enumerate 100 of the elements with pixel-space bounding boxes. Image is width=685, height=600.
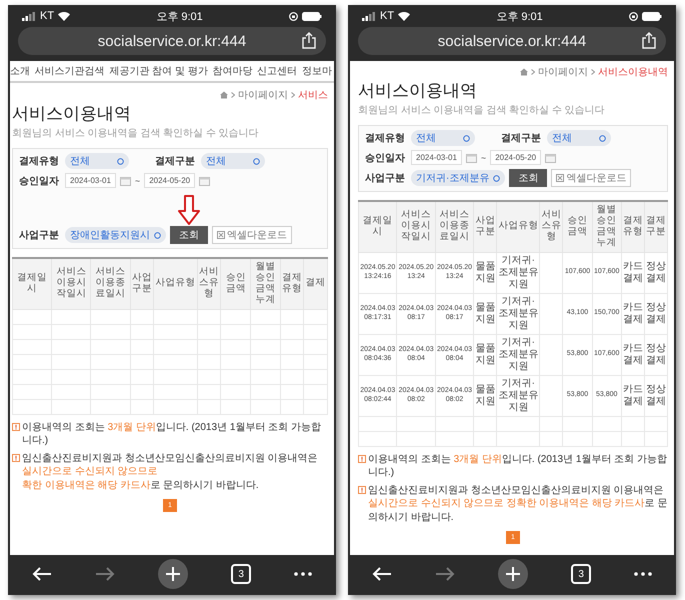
new-tab-button[interactable] xyxy=(498,559,528,589)
column-header: 결제구분 xyxy=(644,201,668,252)
notice-icon xyxy=(12,454,20,462)
new-tab-button[interactable] xyxy=(158,559,188,589)
nav-link[interactable]: 신고센터 xyxy=(257,64,298,78)
carrier-text: KT xyxy=(40,10,54,22)
excel-download-button[interactable]: 엑셀다운로드 xyxy=(212,226,292,244)
rotation-lock-icon xyxy=(289,12,298,20)
table-cell: 기저귀·조제분유지원 xyxy=(496,252,540,294)
chevron-icon xyxy=(291,92,295,98)
clock-text: 오후 9:01 xyxy=(496,10,543,24)
more-icon xyxy=(634,572,652,576)
search-button[interactable]: 조회 xyxy=(170,226,208,244)
table-cell: 물품지원 xyxy=(474,375,497,416)
nav-link[interactable]: 서비스기관검색 xyxy=(34,64,105,78)
caret-icon xyxy=(599,134,606,142)
date-field[interactable]: 2024-05-20 xyxy=(144,173,196,188)
page-subtitle: 회원님의 서비스 이용내역을 검색 확인하실 수 있습니다 xyxy=(12,127,260,140)
column-header: 서비스유형 xyxy=(197,258,221,310)
share-button[interactable] xyxy=(642,32,656,49)
home-icon[interactable] xyxy=(220,91,228,99)
address-bar[interactable]: socialservice.or.kr:444 xyxy=(18,27,326,55)
column-header: 사업구분 xyxy=(130,258,154,310)
column-header: 서비스이용시작일시 xyxy=(396,201,436,252)
breadcrumb-link[interactable]: 마이페이지 xyxy=(238,88,288,102)
share-button[interactable] xyxy=(302,32,316,49)
table-cell: 카드결제 xyxy=(621,375,644,416)
battery-icon xyxy=(302,12,322,20)
back-button[interactable] xyxy=(32,566,52,582)
column-header: 서비스이용종료일시 xyxy=(435,201,474,252)
table-cell: 정상결제 xyxy=(644,334,668,376)
clock-text: 오후 9:01 xyxy=(156,10,203,24)
table-cell: 물품지원 xyxy=(474,252,497,294)
tabs-button[interactable]: 3 xyxy=(231,564,252,584)
table-cell: 정상결제 xyxy=(644,293,668,334)
table-cell: 물품지원 xyxy=(474,293,497,334)
field-label: 사업구분 xyxy=(19,229,60,242)
business-class-select[interactable]: 장애인활동지원시 xyxy=(65,227,166,243)
tabs-button[interactable]: 3 xyxy=(571,564,592,584)
date-field[interactable]: 2024-03-01 xyxy=(65,173,116,188)
back-arrow-icon xyxy=(372,566,392,582)
notice-text: 이용내역의 조회는 3개월 단위입니다. (2013년 1월부터 조회 가능합니다.) xyxy=(22,420,322,448)
column-header: 결제일시 xyxy=(358,201,397,252)
page-title: 서비스이용내역 xyxy=(12,103,132,125)
nav-link[interactable]: 제공기관 참여 및 평가 xyxy=(109,64,208,78)
caret-icon xyxy=(463,134,470,142)
more-button[interactable] xyxy=(294,572,312,576)
notice-icon xyxy=(358,454,366,463)
column-header: 결제 xyxy=(304,258,328,310)
date-field[interactable]: 2024-03-01 xyxy=(411,150,462,165)
table-cell: 기저귀·조제분유지원 xyxy=(496,293,540,334)
chevron-icon xyxy=(591,69,595,75)
back-button[interactable] xyxy=(372,566,392,582)
excel-icon xyxy=(217,231,225,239)
field-label: 결제유형 xyxy=(365,132,406,145)
field-label: 승인일자 xyxy=(19,174,60,188)
breadcrumb-link[interactable]: 서비스이용내역 xyxy=(598,65,668,79)
caret-icon xyxy=(253,158,260,164)
wifi-icon xyxy=(398,12,410,20)
payment-type-select[interactable]: 전체 xyxy=(65,153,129,169)
plus-icon xyxy=(504,566,521,582)
forward-arrow-icon xyxy=(94,566,115,582)
search-button[interactable]: 조회 xyxy=(509,169,548,187)
forward-arrow-icon xyxy=(434,566,455,582)
chevron-icon xyxy=(531,69,535,75)
column-header: 서비스이용종료일시 xyxy=(90,258,130,310)
battery-icon xyxy=(642,12,662,20)
caret-icon xyxy=(117,158,124,164)
signal-icon xyxy=(362,12,376,20)
notice-text: 임신출산진료비지원과 청소년산모임신출산의료비지원 이용내역은 실시간으로 수신되지 않으므로 xyxy=(22,452,319,479)
home-icon[interactable] xyxy=(520,68,528,76)
payment-type-select[interactable]: 전체 xyxy=(411,130,475,146)
column-header: 결제유형 xyxy=(621,201,644,252)
page-subtitle: 회원님의 서비스 이용내역을 검색 확인하실 수 있습니다 xyxy=(358,104,606,117)
address-bar[interactable]: socialservice.or.kr:444 xyxy=(358,27,666,55)
business-class-select[interactable]: 기저귀·조제분유 xyxy=(411,170,506,186)
date-field[interactable]: 2024-05-20 xyxy=(490,150,542,165)
table-cell: 기저귀·조제분유지원 xyxy=(496,334,540,376)
breadcrumb-link[interactable]: 마이페이지 xyxy=(538,65,588,79)
excel-download-button[interactable]: 엑셀다운로드 xyxy=(551,169,632,187)
nav-link[interactable]: 소개 xyxy=(10,64,30,78)
more-button[interactable] xyxy=(634,572,652,576)
nav-link[interactable]: 정보마 xyxy=(302,64,332,78)
column-header: 결제일시 xyxy=(12,258,52,310)
nav-link[interactable]: 참여마당 xyxy=(212,64,252,78)
payment-class-select[interactable]: 전체 xyxy=(201,153,265,169)
column-header: 사업유형 xyxy=(496,201,540,252)
field-label: 승인일자 xyxy=(365,152,406,164)
notice-icon xyxy=(358,486,366,494)
notice-text: 임신출산진료비지원과 청소년산모임신출산의료비지원 이용내역은 실시간으로 수신되지 않으므로 정확한 이용내역은 해당 카드사로 문의하시기 바랍니다. xyxy=(368,484,668,524)
range-separator: ~ xyxy=(134,176,140,186)
table-cell: 정상결제 xyxy=(644,252,668,294)
table-cell: 카드결제 xyxy=(621,293,644,334)
payment-class-select[interactable]: 전체 xyxy=(547,130,611,146)
breadcrumb-link[interactable]: 서비스 xyxy=(298,88,328,102)
column-header: 서비스이용시작일시 xyxy=(52,258,91,310)
range-separator: ~ xyxy=(480,152,486,162)
carrier-text: KT xyxy=(380,10,394,22)
caret-icon xyxy=(154,232,161,238)
table-cell: 카드결제 xyxy=(621,252,644,294)
